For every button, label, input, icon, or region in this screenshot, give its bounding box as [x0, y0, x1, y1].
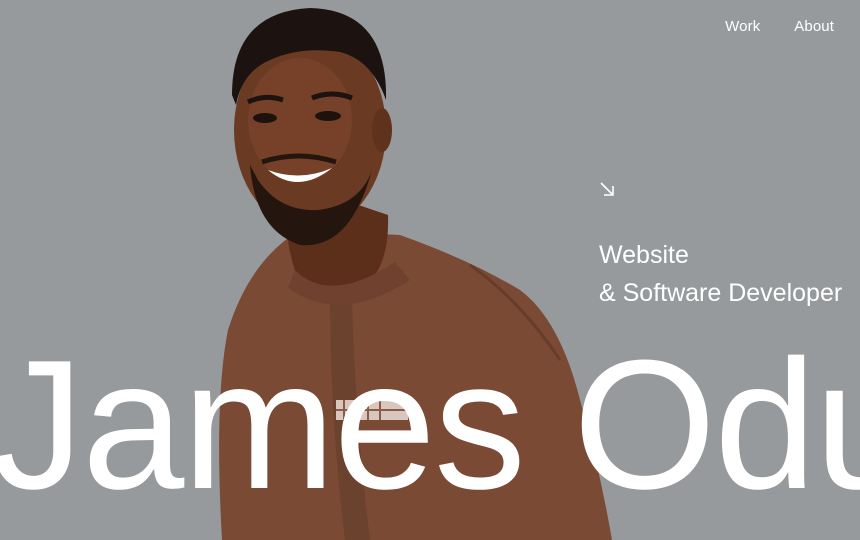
top-nav: Work About: [725, 18, 834, 35]
arrow-down-right-icon: [600, 182, 614, 196]
display-name: James Odu: [0, 321, 860, 527]
role-text: Website & Software Developer: [599, 236, 842, 312]
hero-section: Work About Website & Software Developer …: [0, 0, 860, 540]
right-eye: [315, 111, 341, 121]
nav-link-about[interactable]: About: [794, 18, 834, 35]
role-line-1: Website: [599, 241, 689, 269]
role-line-2: & Software Developer: [599, 279, 843, 307]
left-eye: [253, 113, 277, 123]
nav-link-work[interactable]: Work: [725, 18, 760, 35]
ear-shape: [372, 108, 392, 152]
